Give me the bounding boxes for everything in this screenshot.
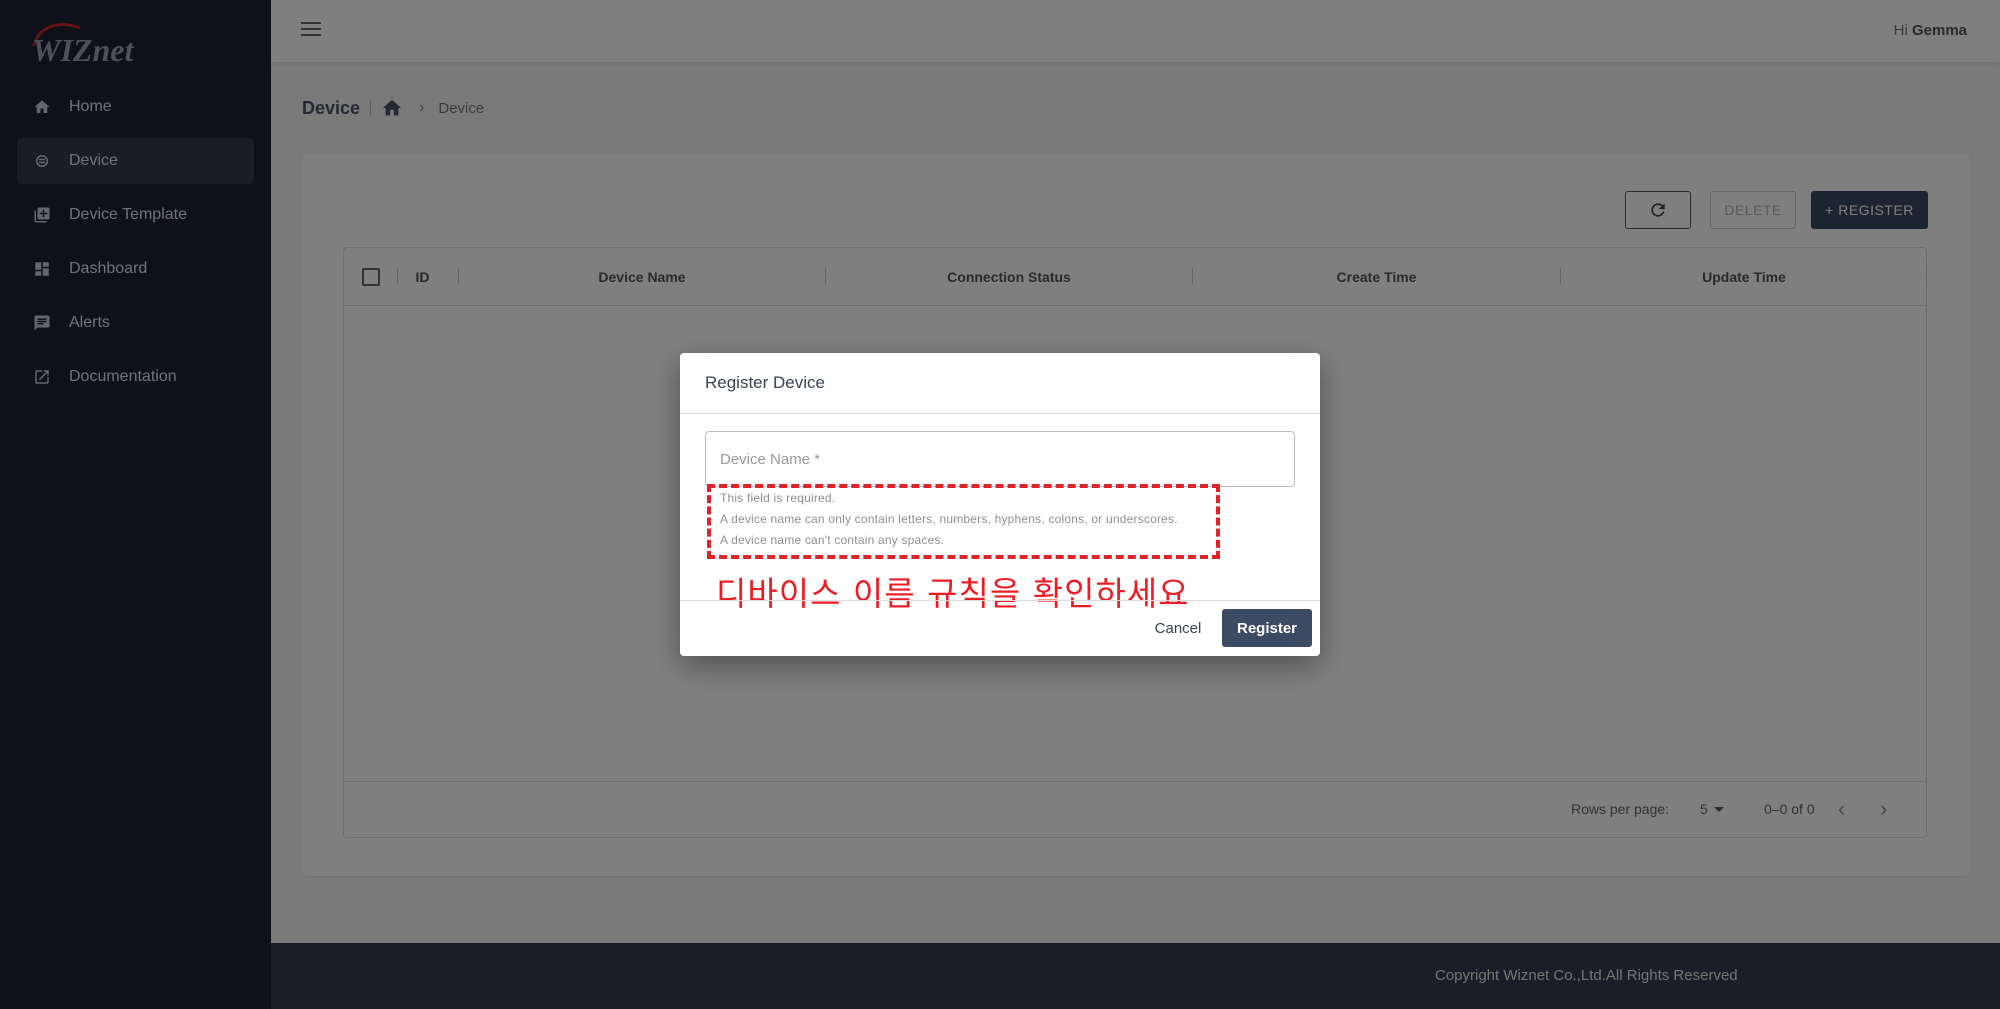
dialog-title: Register Device <box>705 373 825 392</box>
divider <box>680 413 1320 414</box>
submit-register-button[interactable]: Register <box>1222 609 1312 647</box>
register-device-dialog: Register Device This field is required. … <box>680 353 1320 656</box>
divider <box>680 600 1320 601</box>
error-allowed-characters: A device name can only contain letters, … <box>720 512 1178 526</box>
annotation-text: 디바이스 이름 규칙을 확인하세요 <box>716 574 1190 613</box>
device-name-field[interactable] <box>705 431 1295 487</box>
error-no-spaces: A device name can't contain any spaces. <box>720 533 945 547</box>
error-required: This field is required. <box>720 491 836 505</box>
device-name-input[interactable] <box>720 450 1280 468</box>
cancel-button[interactable]: Cancel <box>1147 609 1209 647</box>
